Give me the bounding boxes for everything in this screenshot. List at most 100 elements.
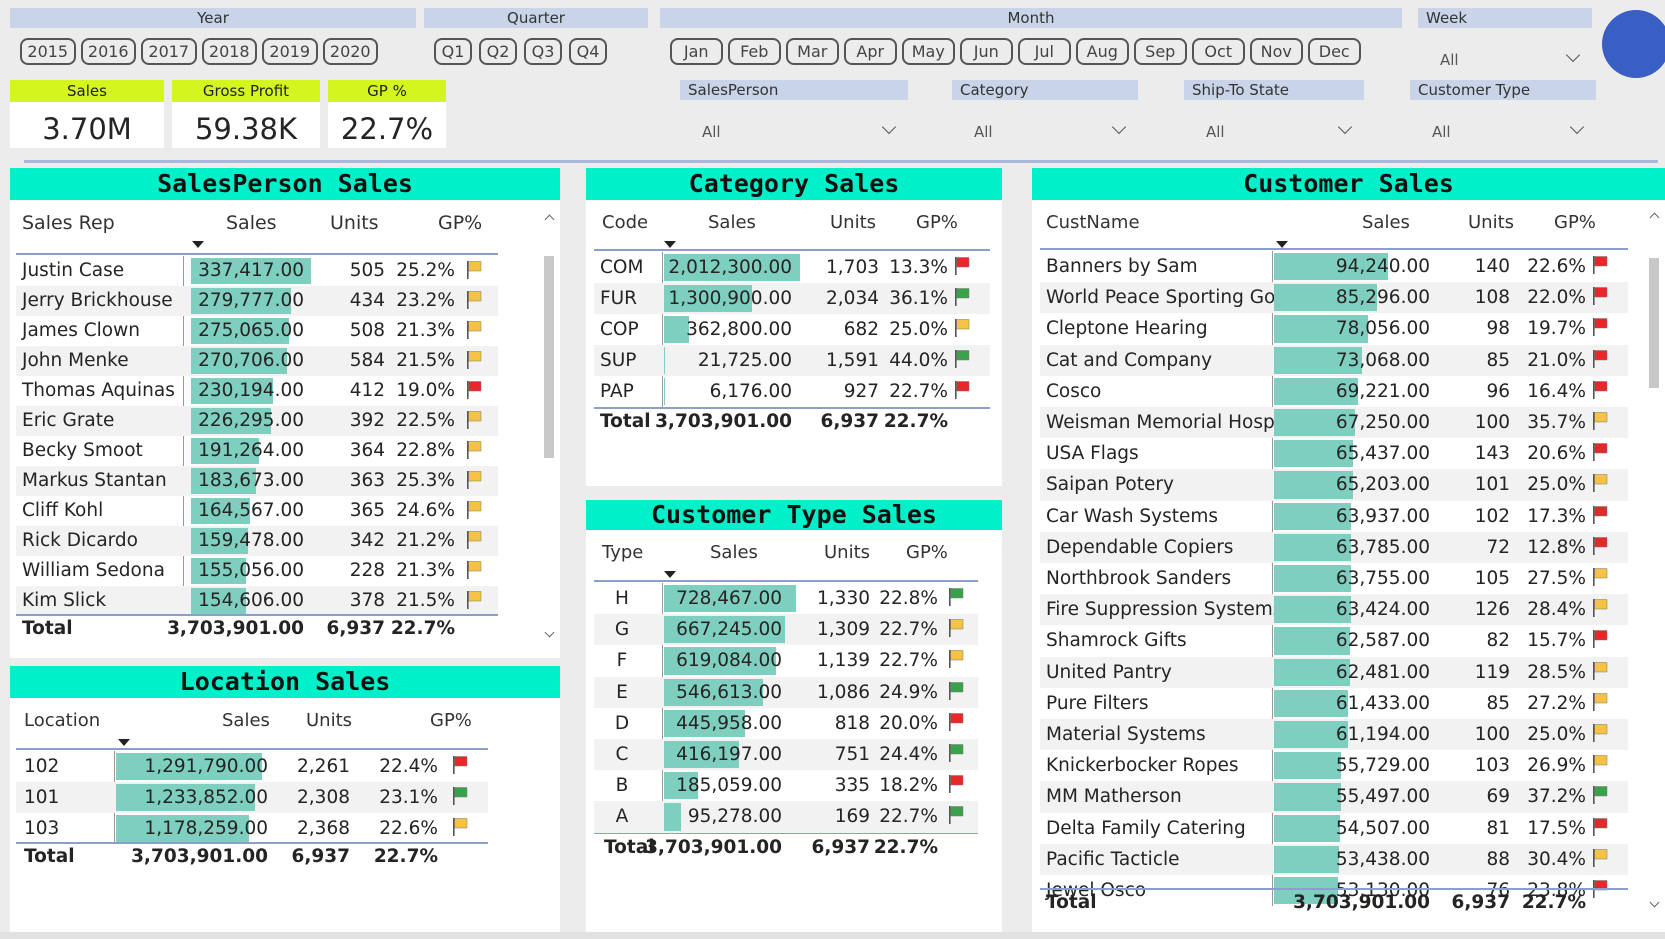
table-row[interactable]: G 667,245.00 1,309 22.7% — [594, 614, 978, 646]
quarter-button-q3[interactable]: Q3 — [524, 38, 562, 65]
month-button-jul[interactable]: Jul — [1018, 38, 1071, 65]
year-button-2015[interactable]: 2015 — [20, 38, 76, 65]
table-row[interactable]: Delta Family Catering 54,507.00 81 17.5% — [1040, 813, 1628, 844]
table-row[interactable]: Markus Stantan 183,673.00 363 25.3% — [16, 466, 498, 496]
table-row[interactable]: E 546,613.00 1,086 24.9% — [594, 676, 978, 708]
table-row[interactable]: 101 1,233,852.00 2,308 23.1% — [16, 782, 488, 813]
column-header-units[interactable]: Units — [306, 710, 352, 731]
column-header-sales[interactable]: Sales — [226, 212, 277, 234]
table-row[interactable]: Kim Slick 154,606.00 378 21.5% — [16, 586, 498, 616]
month-button-may[interactable]: May — [902, 38, 955, 65]
month-button-nov[interactable]: Nov — [1250, 38, 1303, 65]
month-button-jun[interactable]: Jun — [960, 38, 1013, 65]
column-header-gp[interactable]: GP% — [438, 212, 482, 234]
salesperson-dropdown[interactable]: All — [680, 118, 908, 146]
table-row[interactable]: H 728,467.00 1,330 22.8% — [594, 583, 978, 614]
table-row[interactable]: B 185,059.00 335 18.2% — [594, 770, 978, 801]
scroll-down-icon[interactable] — [1649, 897, 1660, 908]
sort-descending-icon[interactable] — [118, 739, 130, 746]
table-row[interactable]: Northbrook Sanders 63,755.00 105 27.5% — [1040, 563, 1628, 594]
week-dropdown[interactable]: All — [1418, 46, 1592, 74]
table-row[interactable]: FUR 1,300,900.00 2,034 36.1% — [594, 283, 990, 314]
table-row[interactable]: Saipan Potery 65,203.00 101 25.0% — [1040, 469, 1628, 501]
column-header-gp[interactable]: GP% — [1554, 212, 1596, 233]
table-row[interactable]: Weisman Memorial Hospital 67,250.00 100 35.… — [1040, 407, 1628, 439]
year-button-2019[interactable]: 2019 — [262, 38, 318, 65]
column-header-units[interactable]: Units — [1468, 212, 1514, 233]
scrollbar-thumb[interactable] — [544, 256, 554, 458]
column-header-sales[interactable]: Sales — [710, 542, 758, 563]
table-row[interactable]: Justin Case 337,417.00 505 25.2% — [16, 256, 498, 286]
column-header-sales[interactable]: Sales — [708, 212, 756, 233]
table-row[interactable]: SUP 21,725.00 1,591 44.0% — [594, 345, 990, 376]
table-row[interactable]: United Pantry 62,481.00 119 28.5% — [1040, 656, 1628, 688]
table-row[interactable]: Cosco 69,221.00 96 16.4% — [1040, 376, 1628, 407]
column-header-code[interactable]: Code — [602, 212, 648, 233]
year-button-2017[interactable]: 2017 — [141, 38, 197, 65]
column-header-gp[interactable]: GP% — [906, 542, 948, 563]
table-row[interactable]: 102 1,291,790.00 2,261 22.4% — [16, 751, 488, 782]
scrollbar[interactable] — [544, 214, 555, 638]
month-button-feb[interactable]: Feb — [728, 38, 781, 65]
column-header-location[interactable]: Location — [24, 710, 100, 731]
year-button-2018[interactable]: 2018 — [201, 38, 257, 65]
category-dropdown[interactable]: All — [952, 118, 1138, 146]
column-header-units[interactable]: Units — [824, 542, 870, 563]
month-button-dec[interactable]: Dec — [1308, 38, 1361, 65]
column-header-gp[interactable]: GP% — [430, 710, 472, 731]
table-row[interactable]: F 619,084.00 1,139 22.7% — [594, 645, 978, 676]
table-row[interactable]: Fire Suppression Systems 63,424.00 126 28.4… — [1040, 594, 1628, 626]
table-row[interactable]: Car Wash Systems 63,937.00 102 17.3% — [1040, 501, 1628, 532]
table-row[interactable]: Banners by Sam 94,240.00 140 22.6% — [1040, 251, 1628, 282]
month-button-oct[interactable]: Oct — [1192, 38, 1245, 65]
scrollbar-thumb[interactable] — [1649, 258, 1659, 388]
table-row[interactable]: World Peace Sporting Goods 85,296.00 108 22… — [1040, 282, 1628, 314]
avatar[interactable] — [1602, 10, 1665, 78]
table-row[interactable]: Cat and Company 73,068.00 85 21.0% — [1040, 344, 1628, 376]
table-row[interactable]: John Menke 270,706.00 584 21.5% — [16, 346, 498, 376]
sort-descending-icon[interactable] — [192, 241, 204, 248]
quarter-button-q1[interactable]: Q1 — [434, 38, 472, 65]
table-row[interactable]: PAP 6,176.00 927 22.7% — [594, 376, 990, 407]
table-row[interactable]: COM 2,012,300.00 1,703 13.3% — [594, 252, 990, 283]
month-button-apr[interactable]: Apr — [844, 38, 897, 65]
scroll-down-icon[interactable] — [544, 627, 555, 638]
table-row[interactable]: Thomas Aquinas 230,194.00 412 19.0% — [16, 376, 498, 406]
table-row[interactable]: A 95,278.00 169 22.7% — [594, 801, 978, 833]
table-row[interactable]: Rick Dicardo 159,478.00 342 21.2% — [16, 526, 498, 556]
table-row[interactable]: James Clown 275,065.00 508 21.3% — [16, 316, 498, 346]
table-row[interactable]: C 416,197.00 751 24.4% — [594, 739, 978, 771]
year-button-2020[interactable]: 2020 — [322, 38, 378, 65]
table-row[interactable]: USA Flags 65,437.00 143 20.6% — [1040, 438, 1628, 469]
month-button-aug[interactable]: Aug — [1076, 38, 1129, 65]
column-header-custname[interactable]: CustName — [1046, 212, 1140, 233]
column-header-units[interactable]: Units — [830, 212, 876, 233]
month-button-mar[interactable]: Mar — [786, 38, 839, 65]
sort-descending-icon[interactable] — [664, 241, 676, 248]
customer-type-dropdown[interactable]: All — [1410, 118, 1596, 146]
table-row[interactable]: Material Systems 61,194.00 100 25.0% — [1040, 719, 1628, 751]
table-row[interactable]: Becky Smoot 191,264.00 364 22.8% — [16, 436, 498, 466]
table-row[interactable]: D 445,958.00 818 20.0% — [594, 708, 978, 739]
table-row[interactable]: Pure Filters 61,433.00 85 27.2% — [1040, 688, 1628, 719]
sort-descending-icon[interactable] — [664, 571, 676, 578]
quarter-button-q4[interactable]: Q4 — [569, 38, 607, 65]
table-row[interactable]: 103 1,178,259.00 2,368 22.6% — [16, 813, 488, 844]
table-row[interactable]: COP 362,800.00 682 25.0% — [594, 314, 990, 345]
table-row[interactable]: William Sedona 155,056.00 228 21.3% — [16, 556, 498, 586]
ship-to-dropdown[interactable]: All — [1184, 118, 1364, 146]
table-row[interactable]: Knickerbocker Ropes 55,729.00 103 26.9% — [1040, 750, 1628, 781]
quarter-button-q2[interactable]: Q2 — [479, 38, 517, 65]
table-row[interactable]: Cliff Kohl 164,567.00 365 24.6% — [16, 496, 498, 526]
table-row[interactable]: Pacific Tacticle 53,438.00 88 30.4% — [1040, 843, 1628, 875]
column-header-sales[interactable]: Sales — [1362, 212, 1410, 233]
column-header-type[interactable]: Type — [602, 542, 643, 563]
month-button-sep[interactable]: Sep — [1134, 38, 1187, 65]
table-row[interactable]: MM Matherson 55,497.00 69 37.2% — [1040, 781, 1628, 813]
year-button-2016[interactable]: 2016 — [80, 38, 136, 65]
month-button-jan[interactable]: Jan — [670, 38, 723, 65]
table-row[interactable]: Shamrock Gifts 62,587.00 82 15.7% — [1040, 625, 1628, 656]
column-header-gp[interactable]: GP% — [916, 212, 958, 233]
table-row[interactable]: Eric Grate 226,295.00 392 22.5% — [16, 406, 498, 436]
scrollbar[interactable] — [1649, 212, 1660, 908]
